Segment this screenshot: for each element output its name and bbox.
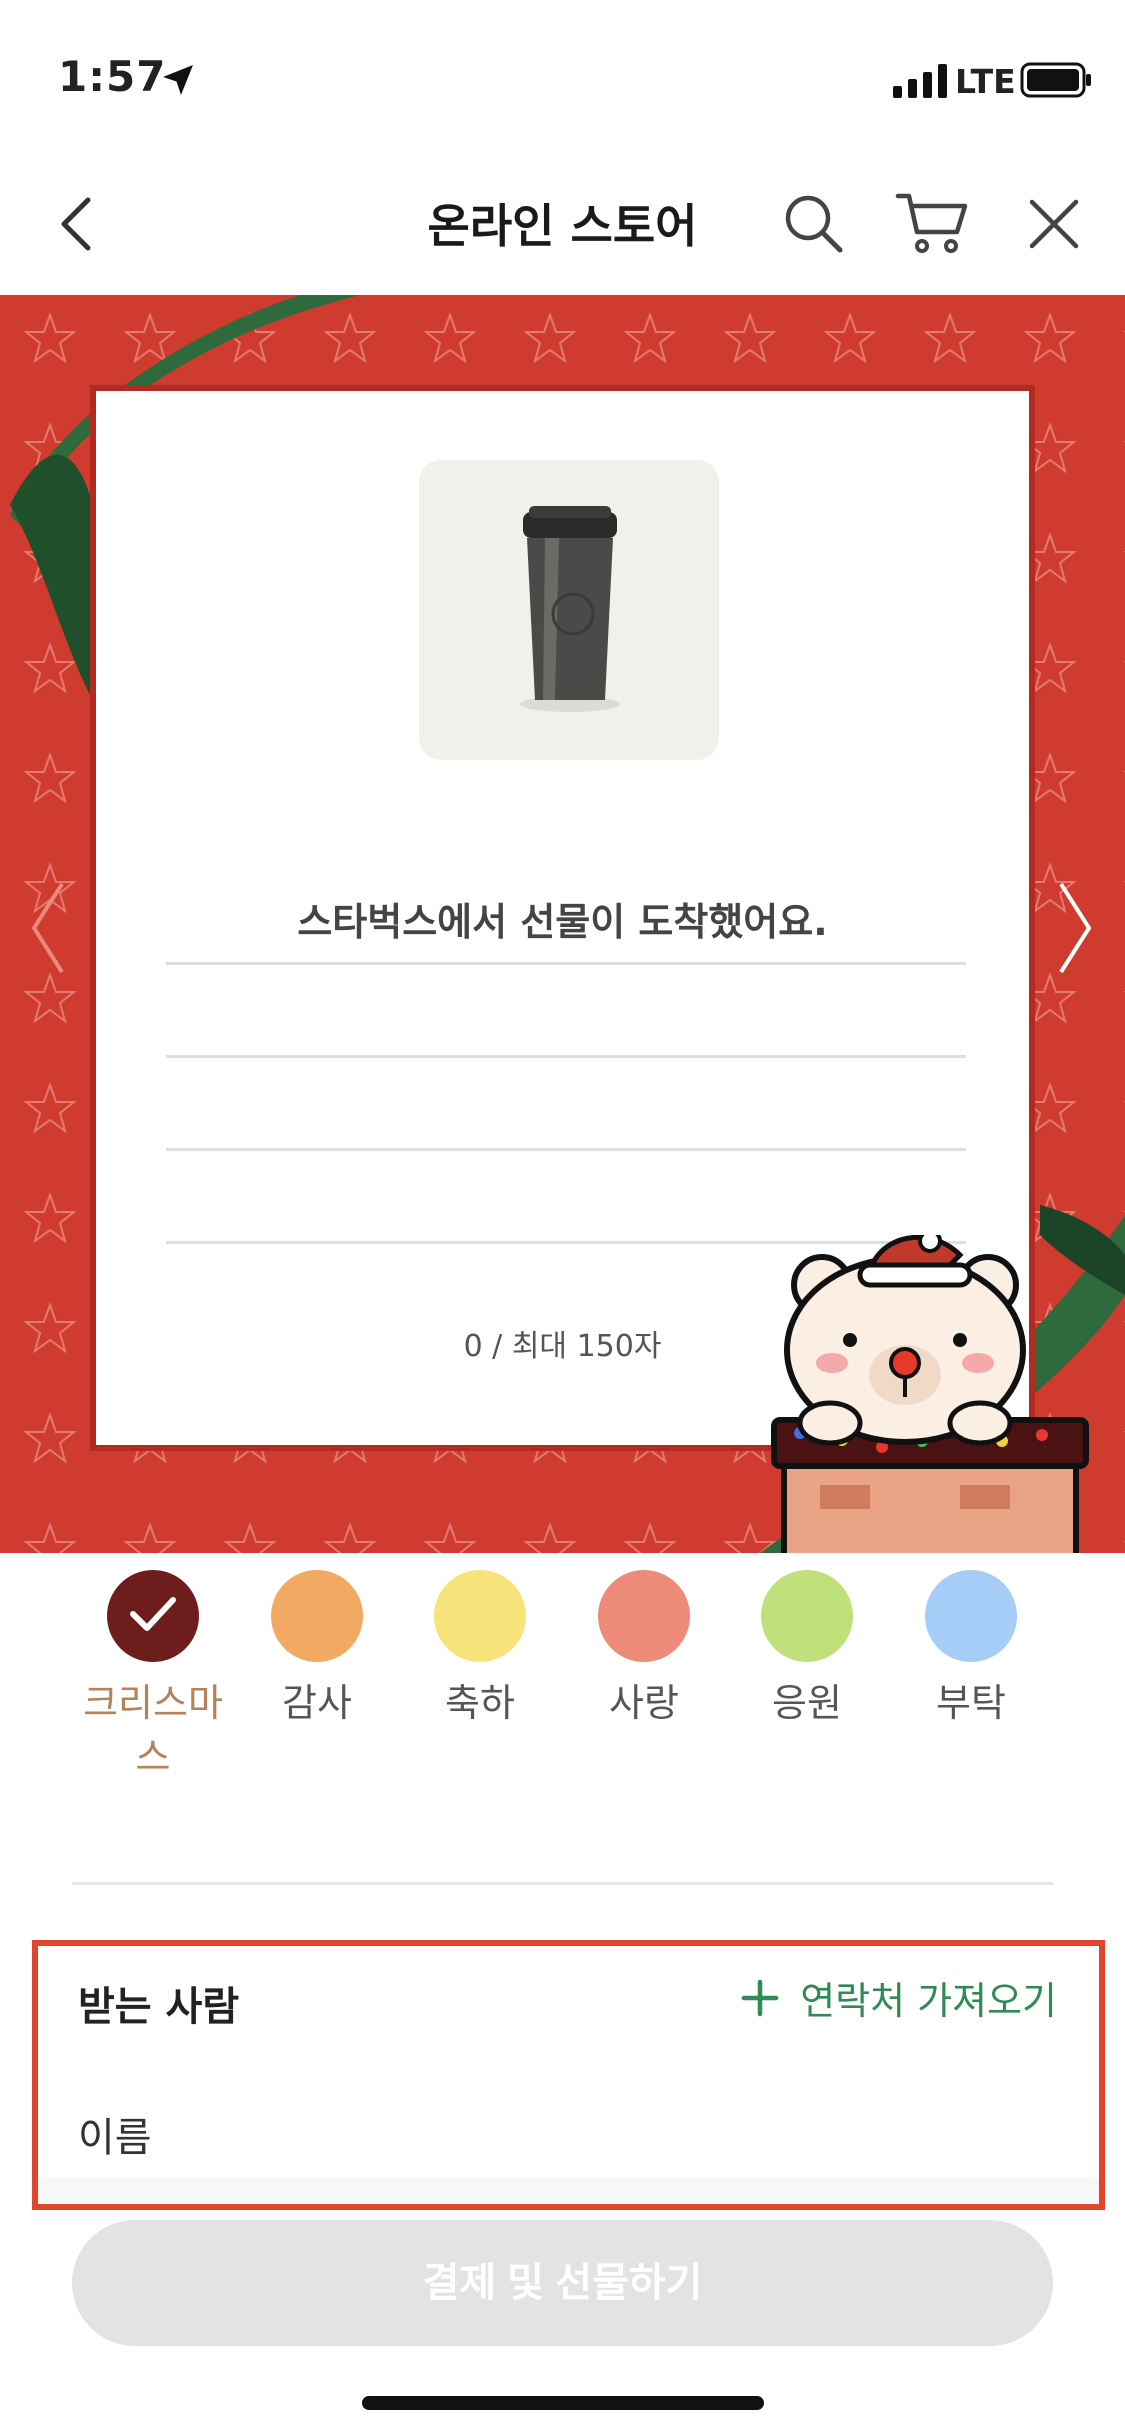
theme-dot xyxy=(761,1570,853,1662)
theme-option-christmas[interactable]: 크리스마스 xyxy=(73,1570,233,1784)
theme-dot xyxy=(271,1570,363,1662)
theme-label: 사랑 xyxy=(609,1681,679,1725)
message-line xyxy=(166,1148,966,1151)
theme-dot xyxy=(925,1570,1017,1662)
theme-label: 크리스마스 xyxy=(83,1681,223,1779)
theme-option-request[interactable]: 부탁 xyxy=(891,1570,1051,1730)
theme-dot xyxy=(107,1570,199,1662)
theme-option-cheer[interactable]: 응원 xyxy=(727,1570,887,1730)
import-contacts-label: 연락처 가져오기 xyxy=(800,1979,1057,2023)
search-icon[interactable] xyxy=(780,190,846,256)
tumbler-image xyxy=(520,506,620,712)
signal-icon xyxy=(893,64,947,98)
nav-bar: 온라인 스토어 xyxy=(0,150,1125,295)
import-contacts-button[interactable]: 연락처 가져오기 xyxy=(740,1970,1057,2025)
pay-and-gift-button[interactable]: 결제 및 선물하기 xyxy=(72,2220,1053,2346)
section-divider xyxy=(72,1882,1053,1885)
message-line xyxy=(166,962,966,965)
theme-dot xyxy=(434,1570,526,1662)
theme-option-thanks[interactable]: 감사 xyxy=(237,1570,397,1730)
close-icon[interactable] xyxy=(1026,196,1082,252)
network-type: LTE xyxy=(955,62,1016,101)
chevron-right-icon[interactable] xyxy=(1055,880,1095,976)
product-image xyxy=(419,460,719,760)
recipient-section: 받는 사람 연락처 가져오기 xyxy=(32,1940,1105,2210)
battery-icon xyxy=(1020,62,1091,98)
cart-icon[interactable] xyxy=(895,188,969,258)
message-line xyxy=(166,1055,966,1058)
status-time: 1:57 xyxy=(58,52,167,101)
christmas-bear-illustration xyxy=(771,1235,1089,1553)
status-bar: 1:57 LTE xyxy=(0,0,1125,150)
location-arrow-icon xyxy=(163,65,193,95)
theme-dot xyxy=(598,1570,690,1662)
theme-selector: 크리스마스 감사 축하 사랑 응원 부탁 xyxy=(0,1570,1125,1800)
plus-icon xyxy=(741,1979,779,2016)
theme-label: 축하 xyxy=(445,1681,515,1725)
theme-option-love[interactable]: 사랑 xyxy=(564,1570,724,1730)
theme-label: 부탁 xyxy=(936,1681,1006,1725)
bottom-fade xyxy=(38,2178,1099,2204)
recipient-name-input[interactable] xyxy=(78,2116,978,2161)
home-indicator xyxy=(362,2396,764,2410)
chevron-left-icon[interactable] xyxy=(28,880,68,976)
card-message[interactable]: 스타벅스에서 선물이 도착했어요. xyxy=(96,891,1029,946)
message-card-area: 스타벅스에서 선물이 도착했어요. 0 / 최대 150자 xyxy=(0,295,1125,1553)
recipient-title: 받는 사람 xyxy=(78,1984,240,2030)
theme-option-congrats[interactable]: 축하 xyxy=(400,1570,560,1730)
theme-label: 감사 xyxy=(282,1681,352,1725)
checkmark-icon xyxy=(130,1597,176,1631)
theme-label: 응원 xyxy=(772,1681,842,1725)
